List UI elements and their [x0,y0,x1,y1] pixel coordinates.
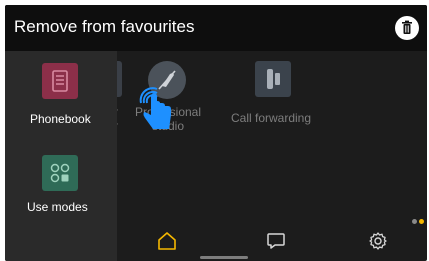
page-title: Remove from favourites [14,17,195,36]
nav-chat[interactable] [264,229,288,253]
header-bar: Remove from favourites [5,5,427,51]
call-forwarding-icon [255,61,291,97]
phonebook-label: Phonebook [30,112,91,126]
delete-button[interactable] [395,16,419,40]
home-icon [158,232,176,250]
nav-settings[interactable] [366,229,390,253]
chat-icon [267,233,285,249]
tap-gesture [133,79,177,131]
nav-home[interactable] [155,229,179,253]
use-modes-label: Use modes [27,200,88,214]
tap-hand-icon [139,87,171,129]
trash-icon [402,20,412,34]
home-indicator[interactable] [200,256,248,259]
phonebook-icon [42,63,78,99]
favourite-tile-call-forwarding[interactable]: Call forwarding [227,61,327,131]
favourite-phonebook[interactable]: Phonebook [5,63,117,129]
app-screen: Remove from favourites r r Professional … [5,5,427,261]
use-modes-icon [42,155,78,191]
call-forwarding-label: Call forwarding [231,111,312,125]
favourite-use-modes[interactable]: Use modes [5,155,117,221]
settings-icon [369,232,387,250]
